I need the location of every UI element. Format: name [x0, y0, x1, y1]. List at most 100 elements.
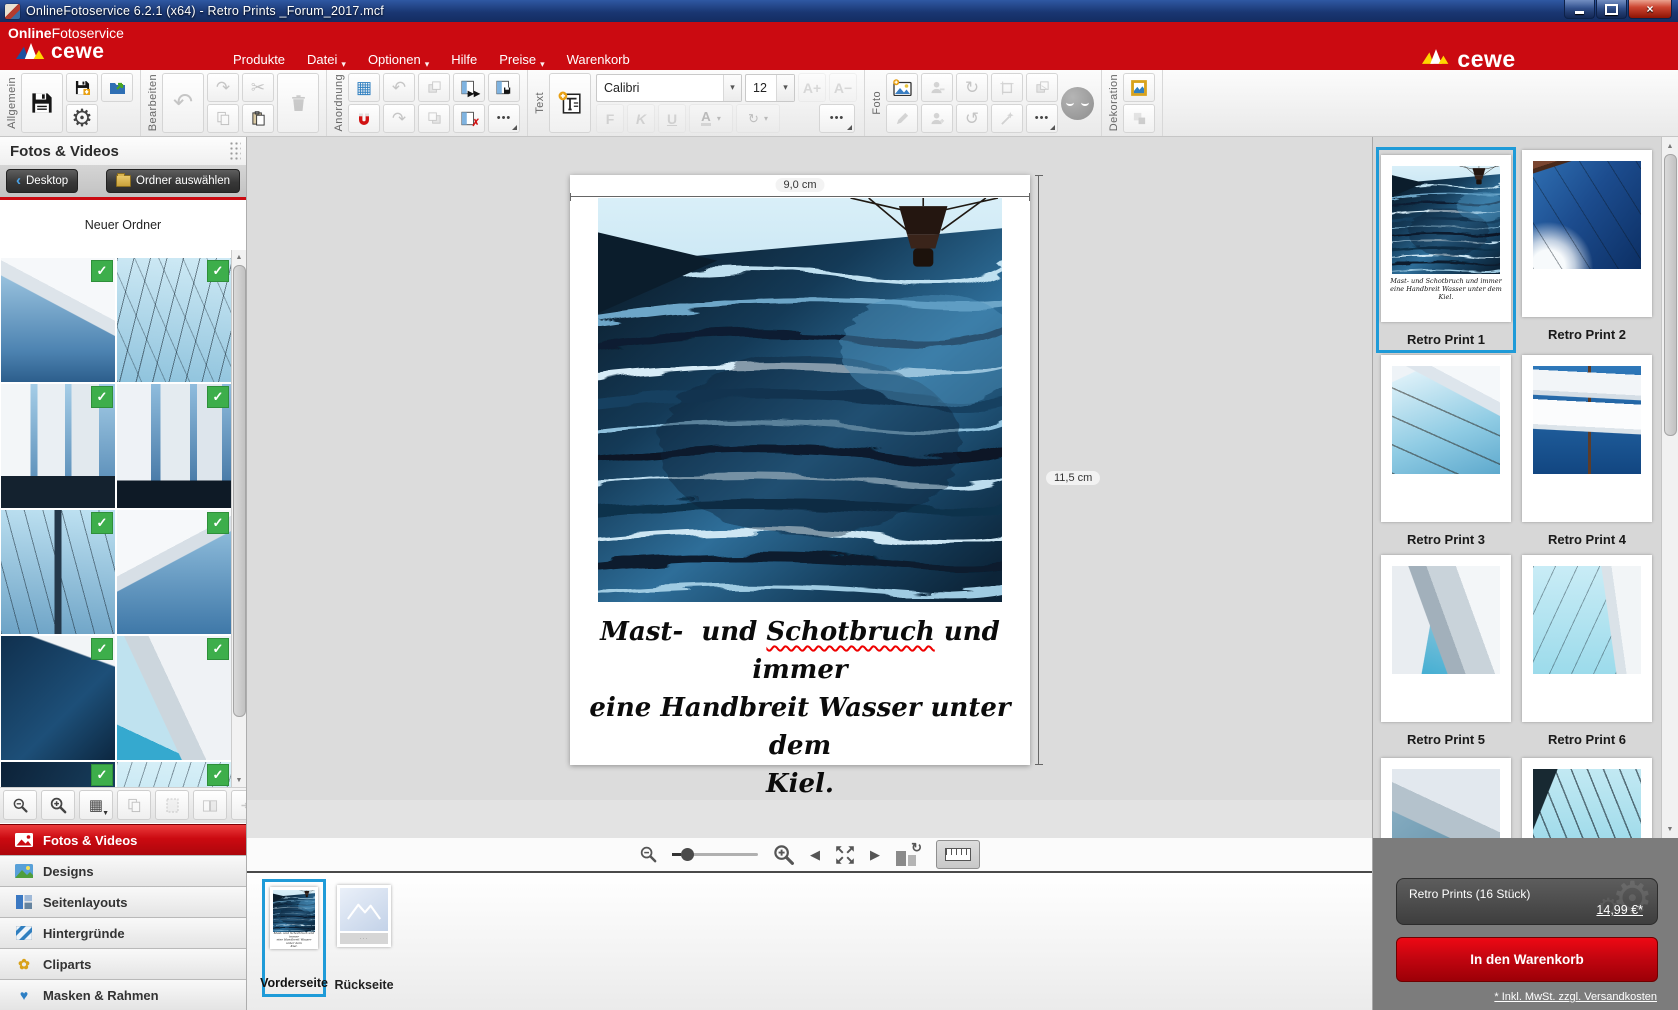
rotate-photo-button[interactable] — [193, 790, 227, 820]
previous-page-button[interactable]: ◀ — [810, 847, 820, 863]
rotate-view-button[interactable]: ↻ — [894, 843, 922, 867]
rotate-left-button[interactable]: ↶ — [383, 73, 415, 102]
retro-print-1-cell[interactable]: Mast- und Schotbruch und immer eine Hand… — [1376, 147, 1516, 353]
retro-print-2-cell[interactable]: Retro Print 2 — [1519, 150, 1655, 342]
retro-print-8-cell[interactable] — [1519, 758, 1655, 838]
font-size-select[interactable]: 12 ▾ — [745, 74, 795, 102]
menu-datei[interactable]: Datei▾ — [296, 49, 357, 70]
add-text-button[interactable] — [549, 73, 591, 133]
scrollbar-thumb[interactable] — [233, 265, 246, 717]
font-family-select[interactable]: Calibri ▾ — [596, 74, 742, 102]
next-page-button[interactable]: ▶ — [870, 847, 880, 863]
move-photo-button[interactable] — [231, 790, 246, 820]
delete-button[interactable] — [277, 73, 319, 133]
zoom-slider[interactable] — [672, 853, 758, 856]
photo-thumbnail[interactable]: ✓ — [1, 510, 115, 634]
nav-hintergruende[interactable]: Hintergründe — [0, 917, 246, 948]
send-back-button[interactable] — [418, 104, 450, 133]
photo-thumbnail[interactable]: ✓ — [117, 636, 231, 760]
retro-print-4-cell[interactable]: Retro Print 4 — [1519, 355, 1655, 547]
add-photo-button[interactable] — [886, 73, 918, 102]
close-button[interactable]: × — [1628, 0, 1672, 19]
photo-filter-button[interactable] — [991, 104, 1023, 133]
remove-from-all-button[interactable]: ✗ — [453, 104, 485, 133]
undo-button[interactable]: ↶ — [162, 73, 204, 133]
rotate-right-button[interactable]: ↷ — [383, 104, 415, 133]
photo-more-button[interactable]: ••• — [1026, 104, 1058, 133]
scroll-down-icon[interactable]: ▼ — [1662, 822, 1678, 836]
copy-button[interactable] — [207, 104, 239, 133]
text-rotate-button[interactable]: ↻ ▾ — [736, 104, 780, 133]
nav-masken-rahmen[interactable]: ♥ Masken & Rahmen — [0, 979, 246, 1010]
photo-thumbnail[interactable]: ✓ — [1, 258, 115, 382]
menu-preise[interactable]: Preise▾ — [488, 49, 555, 70]
font-color-button[interactable]: A ▾ — [689, 104, 733, 133]
photo-rotate-left-button[interactable]: ↺ — [956, 104, 988, 133]
redo-button[interactable]: ↷ — [207, 73, 239, 102]
retro-print-7-cell[interactable] — [1378, 758, 1514, 838]
cut-button[interactable]: ✂ — [242, 73, 274, 102]
bold-button[interactable]: F — [596, 104, 624, 133]
prints-scrollbar[interactable]: ▲ ▼ — [1661, 137, 1678, 838]
face-detection-button[interactable] — [1061, 87, 1094, 120]
photo-grid-scrollbar[interactable]: ▲ ▼ — [231, 250, 246, 787]
frame-button[interactable] — [1123, 73, 1155, 102]
nav-cliparts[interactable]: ✿ Cliparts — [0, 948, 246, 979]
scroll-up-icon[interactable]: ▲ — [232, 250, 246, 264]
photo-thumbnail[interactable]: ✓ — [117, 510, 231, 634]
back-page-tab[interactable]: ··· — [337, 885, 391, 947]
bring-forward-button[interactable] — [418, 73, 450, 102]
save-as-button[interactable] — [66, 73, 98, 102]
scroll-down-icon[interactable]: ▼ — [232, 773, 246, 787]
zoom-out-thumbs-button[interactable] — [3, 790, 37, 820]
photo-crop-button[interactable] — [991, 73, 1023, 102]
photo-thumbnail[interactable]: ✓ — [1, 636, 115, 760]
retro-print-5-cell[interactable]: Retro Print 5 — [1378, 555, 1514, 747]
magnet-button[interactable] — [348, 104, 380, 133]
scroll-up-icon[interactable]: ▲ — [1662, 139, 1678, 153]
italic-button[interactable]: K — [627, 104, 655, 133]
add-to-cart-button[interactable]: In den Warenkorb — [1396, 937, 1658, 982]
minimize-button[interactable] — [1564, 0, 1595, 19]
fit-to-window-icon[interactable] — [834, 844, 856, 866]
apply-to-all-button[interactable]: ▶▶ — [453, 73, 485, 102]
scrollbar-thumb[interactable] — [1664, 154, 1677, 436]
print-caption[interactable]: Mast- und Schotbruch und immer eine Hand… — [570, 613, 1030, 803]
increase-font-button[interactable]: A+ — [798, 73, 826, 102]
photo-layers-button[interactable] — [1026, 73, 1058, 102]
export-button[interactable] — [101, 73, 133, 102]
zoom-in-thumbs-button[interactable] — [41, 790, 75, 820]
nav-designs[interactable]: Designs — [0, 855, 246, 886]
photo-thumbnail[interactable]: ✓ — [117, 762, 231, 787]
paste-button[interactable] — [242, 104, 274, 133]
menu-produkte[interactable]: Produkte — [222, 49, 296, 70]
print-photo[interactable] — [598, 198, 1002, 602]
photo-thumbnail[interactable]: ✓ — [1, 762, 115, 787]
edit-photo-button[interactable] — [886, 104, 918, 133]
retro-print-6-cell[interactable]: Retro Print 6 — [1519, 555, 1655, 747]
product-price[interactable]: 14,99 €* — [1596, 903, 1643, 917]
retro-print-page[interactable]: Mast- und Schotbruch und immer eine Hand… — [570, 175, 1030, 765]
vat-footnote-link[interactable]: * Inkl. MwSt. zzgl. Versandkosten — [1494, 991, 1657, 1003]
retro-print-3-cell[interactable]: Retro Print 3 — [1378, 355, 1514, 547]
underline-button[interactable]: U — [658, 104, 686, 133]
menu-warenkorb[interactable]: Warenkorb — [556, 49, 641, 70]
photo-thumbnail[interactable]: ✓ — [117, 384, 231, 508]
back-to-desktop-button[interactable]: ‹ Desktop — [6, 169, 78, 193]
choose-folder-button[interactable]: Ordner auswählen — [106, 169, 240, 193]
face-remove-button[interactable] — [921, 73, 953, 102]
maximize-button[interactable] — [1596, 0, 1627, 19]
photo-thumbnail[interactable]: ✓ — [117, 258, 231, 382]
view-mode-button[interactable]: ▦▼ — [79, 790, 113, 820]
shapes-button[interactable] — [1123, 104, 1155, 133]
photo-thumbnail[interactable]: ✓ — [1, 384, 115, 508]
menu-hilfe[interactable]: Hilfe — [440, 49, 488, 70]
placeholder-button[interactable] — [155, 790, 189, 820]
save-button[interactable] — [21, 73, 63, 133]
zoom-in-icon[interactable] — [772, 843, 796, 867]
arrange-more-button[interactable]: ••• — [488, 104, 520, 133]
panel-grip-icon[interactable] — [229, 141, 241, 161]
settings-button[interactable]: ⚙ — [66, 104, 98, 133]
decrease-font-button[interactable]: A− — [829, 73, 857, 102]
copy-photo-button[interactable] — [117, 790, 151, 820]
